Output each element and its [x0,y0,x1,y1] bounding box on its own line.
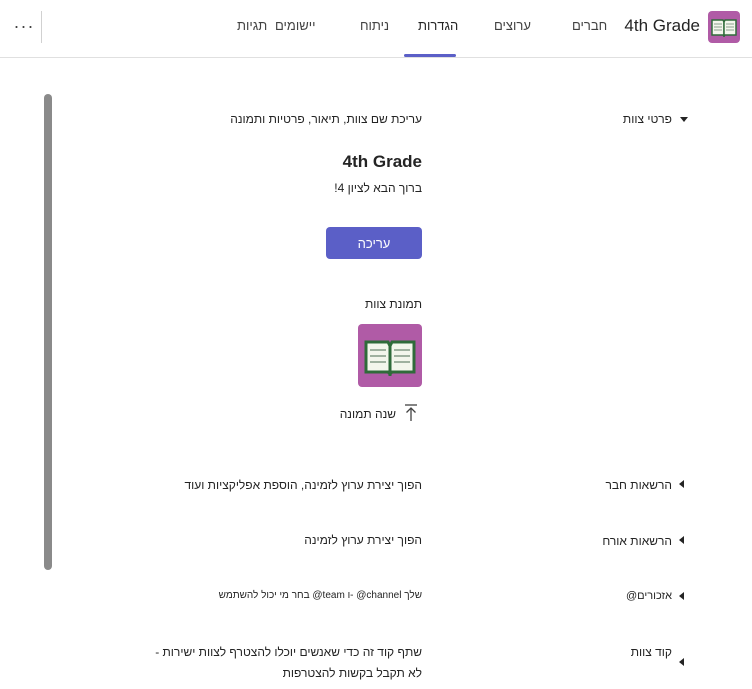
edit-button[interactable]: עריכה [326,227,422,259]
tab-settings[interactable]: הגדרות [418,18,458,33]
tab-channels[interactable]: ערוצים [494,18,531,33]
team-picture [358,324,422,387]
change-picture-label: שנה תמונה [339,407,396,421]
team-description: ברוך הבא לציון 4! [334,181,422,195]
tab-members[interactable]: חברים [572,18,607,33]
chevron-down-icon[interactable] [680,117,688,122]
team-logo[interactable] [708,11,740,43]
upload-icon [405,404,417,421]
team-code-label[interactable]: קוד צוות [580,645,672,659]
top-bar: 4th Grade חברים ערוצים הגדרות ניתוח יישו… [0,0,752,58]
chevron-left-icon[interactable] [679,480,684,488]
active-tab-indicator [404,54,456,57]
book-icon [364,340,416,376]
team-details-description: עריכת שם צוות, תיאור, פרטיות ותמונה [230,112,422,126]
member-permissions-description: הפוך יצירת ערוץ לזמינה, הוספת אפליקציות … [184,478,422,492]
tab-apps[interactable]: יישומים [275,18,316,33]
chevron-left-icon[interactable] [679,658,684,666]
guest-permissions-description: הפוך יצירת ערוץ לזמינה [304,533,422,547]
team-name: 4th Grade [624,16,700,35]
book-icon [711,19,737,37]
team-details-label[interactable]: פרטי צוות [600,112,672,126]
header-divider [41,11,42,43]
mentions-label[interactable]: @אזכורים [580,590,672,602]
member-permissions-label[interactable]: הרשאות חבר [580,478,672,492]
chevron-left-icon[interactable] [679,536,684,544]
scrollbar[interactable] [44,94,52,570]
team-picture-label: תמונת צוות [364,297,422,311]
guest-permissions-label[interactable]: הרשאות אורח [580,534,672,548]
team-code-description-line1: שתף קוד זה כדי שאנשים יוכלו להצטרף לצוות… [155,645,422,659]
tab-analytics[interactable]: ניתוח [360,18,389,33]
change-picture-button[interactable]: שנה תמונה [330,404,422,424]
tab-tags[interactable]: תגיות [237,18,267,33]
mentions-description: בחר מי יכול להשתמש @team ו- @channel שלך [218,590,422,601]
more-icon[interactable]: ··· [12,12,36,40]
team-code-description-line2: לא תקבל בקשות להצטרפות [282,666,422,680]
chevron-left-icon[interactable] [679,592,684,600]
team-title: 4th Grade [342,152,422,171]
